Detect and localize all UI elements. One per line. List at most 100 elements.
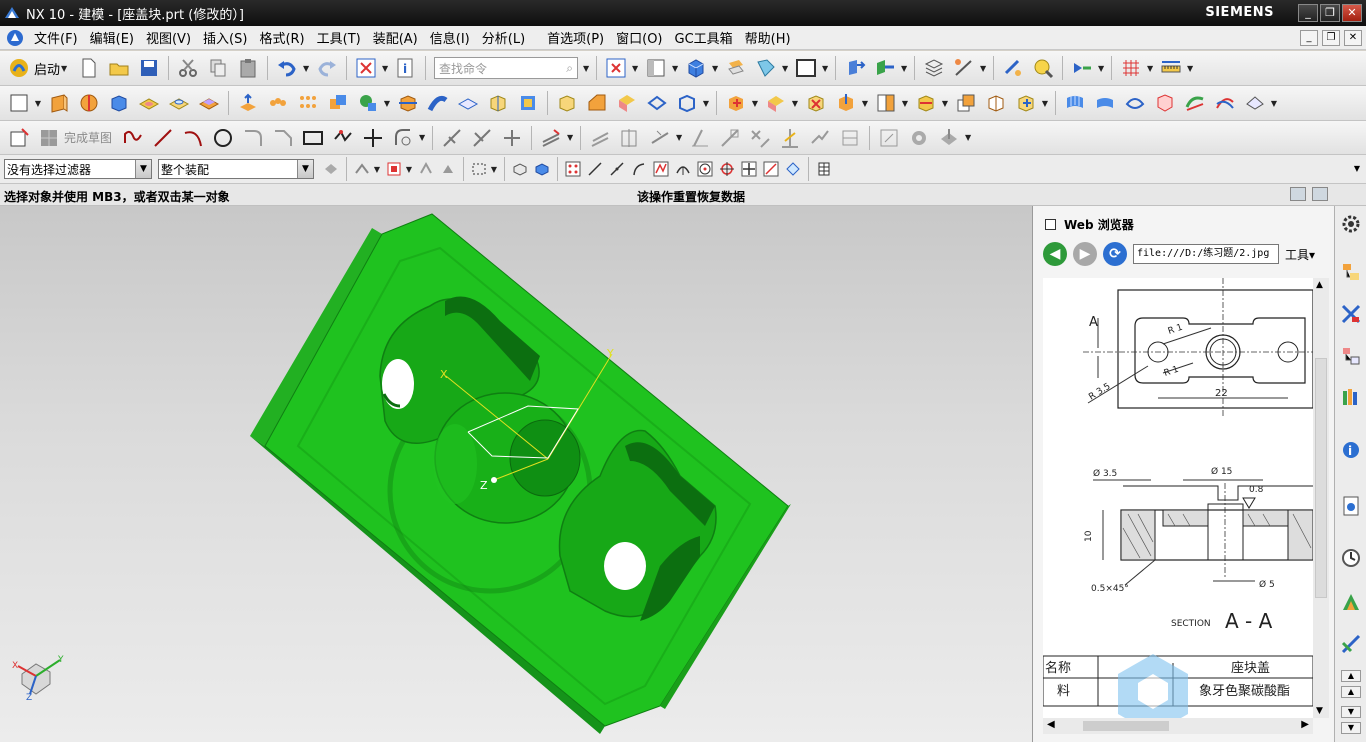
history-icon[interactable] bbox=[1339, 494, 1363, 518]
shaded-cube-icon[interactable] bbox=[684, 56, 708, 80]
zoom-fit-icon[interactable] bbox=[604, 56, 628, 80]
menu-insert[interactable]: 插入(S) bbox=[197, 28, 253, 47]
geometric-constraint-icon[interactable] bbox=[588, 126, 612, 150]
ruled-surface-icon[interactable] bbox=[1243, 91, 1267, 115]
rectangle-select-icon[interactable] bbox=[470, 160, 488, 178]
copy-icon[interactable] bbox=[206, 56, 230, 80]
fillet-icon[interactable] bbox=[241, 126, 265, 150]
system-materials-icon[interactable] bbox=[1339, 590, 1363, 614]
close-button[interactable]: ✕ bbox=[1342, 4, 1362, 22]
measure-icon[interactable] bbox=[1159, 56, 1183, 80]
open-folder-icon[interactable] bbox=[107, 56, 131, 80]
constraint-navigator-icon[interactable] bbox=[1339, 302, 1363, 326]
menu-info[interactable]: 信息(I) bbox=[424, 28, 476, 47]
move-object-icon[interactable] bbox=[873, 56, 897, 80]
auto-constrain-icon[interactable] bbox=[648, 126, 672, 150]
constraint-direction-icon[interactable] bbox=[778, 126, 802, 150]
surface-grid-icon[interactable] bbox=[1063, 91, 1087, 115]
doc-minimize-button[interactable]: _ bbox=[1300, 30, 1318, 46]
selection-scope-select[interactable]: 整个装配 ▼ bbox=[158, 159, 314, 179]
sweep-icon[interactable] bbox=[426, 91, 450, 115]
undo-dropdown[interactable]: ▼ bbox=[302, 56, 310, 80]
gear-icon[interactable] bbox=[1339, 212, 1363, 236]
restore-button[interactable]: ❐ bbox=[1320, 4, 1340, 22]
scroll-left-icon[interactable]: ◀ bbox=[1047, 719, 1055, 730]
swept-surface-icon[interactable] bbox=[1123, 91, 1147, 115]
browser-tools-menu[interactable]: 工具▾ bbox=[1285, 246, 1315, 263]
save-icon[interactable] bbox=[137, 56, 161, 80]
infer-constraint-icon[interactable] bbox=[808, 126, 832, 150]
wcs-icon[interactable] bbox=[843, 56, 867, 80]
general-selection-icon[interactable] bbox=[322, 160, 340, 178]
new-sketch-icon[interactable] bbox=[7, 91, 31, 115]
nx-menu-logo-icon[interactable] bbox=[6, 29, 24, 47]
resource-scroll-down-page-icon[interactable]: ▼ bbox=[1341, 722, 1361, 734]
toolbar-overflow-dropdown[interactable]: ▼ bbox=[1354, 164, 1360, 173]
render-icon[interactable] bbox=[1031, 56, 1055, 80]
sketch-constraint-icon[interactable] bbox=[952, 56, 976, 80]
cut-face-icon[interactable] bbox=[984, 91, 1008, 115]
convert-reference-icon[interactable] bbox=[688, 126, 712, 150]
sketch-task-icon[interactable] bbox=[7, 126, 31, 150]
bounding-body-icon[interactable] bbox=[675, 91, 699, 115]
full-screen-icon[interactable] bbox=[1290, 187, 1306, 201]
selection-grid-icon[interactable] bbox=[815, 160, 833, 178]
point-on-face-icon[interactable] bbox=[762, 160, 780, 178]
grid-icon[interactable] bbox=[1119, 56, 1143, 80]
delete-face-icon[interactable] bbox=[804, 91, 828, 115]
command-search-input[interactable]: 查找命令 ⌕ bbox=[434, 57, 579, 79]
make-corner-icon[interactable] bbox=[500, 126, 524, 150]
quick-trim-icon[interactable] bbox=[440, 126, 464, 150]
chamfer-icon[interactable] bbox=[585, 91, 609, 115]
refresh-icon[interactable]: ⟳ bbox=[1103, 242, 1127, 266]
line-icon[interactable] bbox=[151, 126, 175, 150]
cut-icon[interactable] bbox=[176, 56, 200, 80]
finish-sketch-label[interactable]: 完成草图 bbox=[64, 129, 112, 146]
menu-preferences[interactable]: 首选项(P) bbox=[541, 28, 610, 47]
rectangle-icon[interactable] bbox=[301, 126, 325, 150]
profile-icon[interactable] bbox=[121, 126, 145, 150]
doc-restore-button[interactable]: ❐ bbox=[1322, 30, 1340, 46]
menu-assembly[interactable]: 装配(A) bbox=[367, 28, 424, 47]
menu-window[interactable]: 窗口(O) bbox=[610, 28, 668, 47]
solid-box-icon[interactable] bbox=[533, 160, 551, 178]
scroll-right-icon[interactable]: ▶ bbox=[1301, 719, 1309, 730]
combine-icon[interactable] bbox=[356, 91, 380, 115]
pull-face-icon[interactable] bbox=[834, 91, 858, 115]
select-feature-icon[interactable] bbox=[353, 160, 371, 178]
information-icon[interactable]: i bbox=[394, 56, 418, 80]
undo-icon[interactable] bbox=[275, 56, 299, 80]
studio-surface-icon[interactable] bbox=[1183, 91, 1207, 115]
select-body-icon[interactable] bbox=[439, 160, 457, 178]
address-field[interactable]: file:///D:/练习题/2.jpg bbox=[1133, 244, 1279, 264]
offset-curve-icon[interactable] bbox=[391, 126, 415, 150]
menu-format[interactable]: 格式(R) bbox=[253, 28, 310, 47]
pad-icon[interactable] bbox=[197, 91, 221, 115]
status-options-icon[interactable] bbox=[1312, 187, 1328, 201]
evaluate-sketch-icon[interactable] bbox=[877, 126, 901, 150]
face-display-icon[interactable] bbox=[754, 56, 778, 80]
pick-point-icon[interactable] bbox=[1001, 56, 1025, 80]
alternate-solution-icon[interactable] bbox=[718, 126, 742, 150]
redo-icon[interactable] bbox=[315, 56, 339, 80]
show-constraints-icon[interactable] bbox=[618, 126, 642, 150]
emboss-icon[interactable] bbox=[236, 91, 260, 115]
trim-body-icon[interactable] bbox=[396, 91, 420, 115]
snap-icon[interactable] bbox=[1070, 56, 1094, 80]
menu-gc-toolbox[interactable]: GC工具箱 bbox=[669, 28, 739, 47]
pocket-icon[interactable] bbox=[137, 91, 161, 115]
panel-checkbox-icon[interactable] bbox=[1045, 219, 1056, 230]
sketch-settings-icon[interactable] bbox=[907, 126, 931, 150]
browser-horizontal-scrollbar[interactable]: ◀ ▶ bbox=[1043, 718, 1313, 734]
thicken-icon[interactable] bbox=[456, 91, 480, 115]
resource-scroll-up-icon[interactable]: ▲ bbox=[1341, 670, 1361, 682]
part-navigator-icon[interactable] bbox=[1339, 344, 1363, 368]
unite-icon[interactable] bbox=[326, 91, 350, 115]
draft-icon[interactable] bbox=[615, 91, 639, 115]
start-button[interactable]: 启动 ▼ bbox=[4, 56, 70, 80]
shell-icon[interactable] bbox=[516, 91, 540, 115]
resource-scroll-down-icon[interactable]: ▼ bbox=[1341, 706, 1361, 718]
reattach-icon[interactable] bbox=[937, 126, 961, 150]
block-icon[interactable] bbox=[107, 91, 131, 115]
copy-face-icon[interactable] bbox=[954, 91, 978, 115]
